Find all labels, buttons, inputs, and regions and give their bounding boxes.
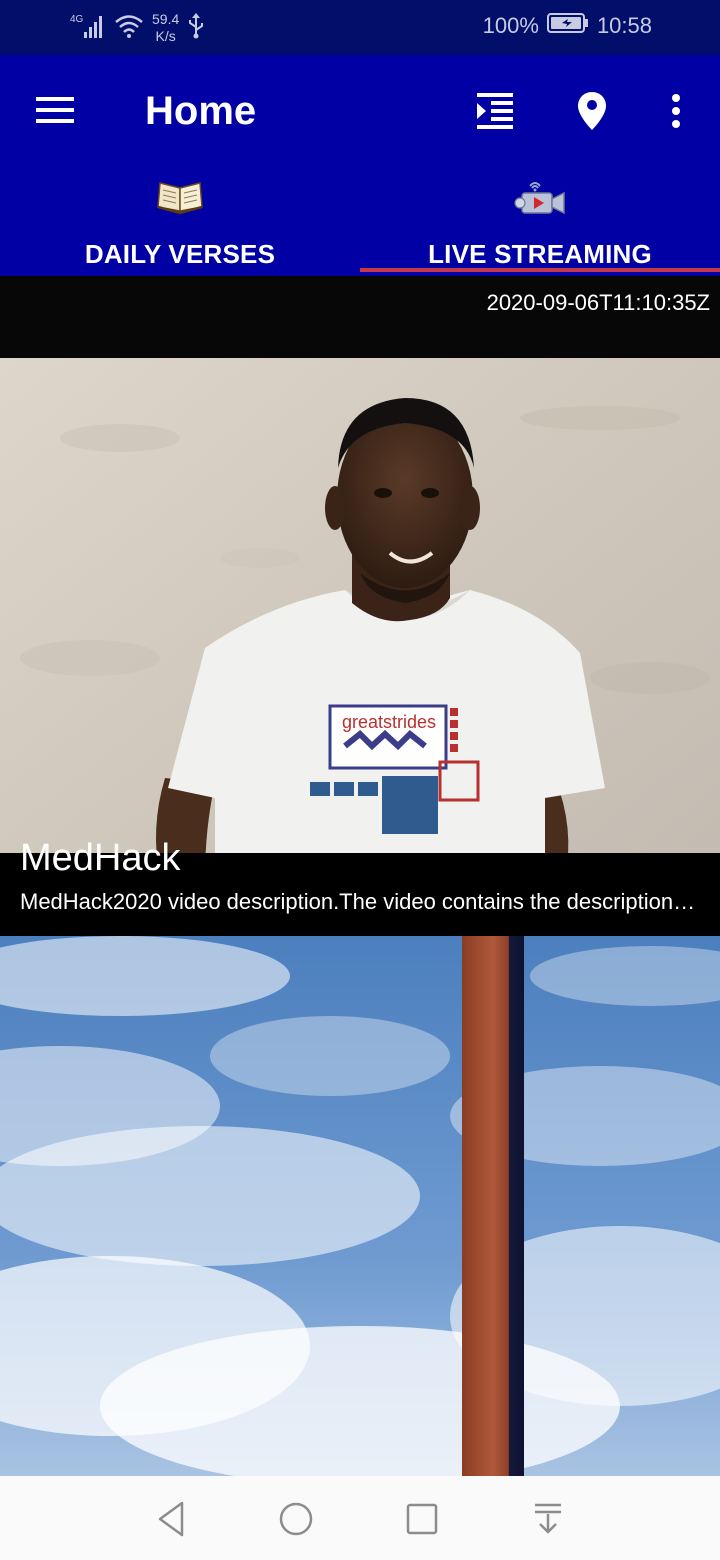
recents-icon: [406, 1503, 438, 1535]
toolbar: Home: [0, 55, 720, 167]
status-right: 100% 10:58: [483, 12, 652, 40]
notification-shade-button[interactable]: [525, 1496, 571, 1542]
network-type-label: 4G: [70, 14, 84, 25]
status-bar: 4G 59.4 K/s 100% 10:58: [0, 0, 720, 55]
location-button[interactable]: [564, 83, 620, 139]
video-description: MedHack2020 video description.The video …: [20, 889, 700, 914]
tab-label-live-streaming: LIVE STREAMING: [428, 239, 652, 269]
home-button[interactable]: [273, 1496, 319, 1542]
status-left: 4G 59.4 K/s: [70, 8, 205, 48]
net-speed: 59.4 K/s: [152, 11, 179, 45]
tab-bar: DAILY VERSES LIVE STREAMING: [0, 167, 720, 276]
selected-tab-indicator: [360, 268, 720, 272]
system-navigation-bar: [0, 1476, 720, 1560]
location-pin-icon: [578, 92, 606, 130]
battery-icon: [546, 12, 589, 40]
usb-icon: [187, 12, 205, 44]
net-speed-unit: K/s: [155, 28, 176, 44]
wifi-icon: [114, 13, 144, 44]
video-card-medhack[interactable]: greatstrides MedHack MedHack2020 video d…: [0, 358, 720, 936]
sky-with-pole-photo: [0, 936, 720, 1476]
menu-icon: [36, 97, 74, 123]
overflow-menu-button[interactable]: [648, 83, 704, 139]
signal-icon: 4G: [70, 12, 106, 45]
clock: 10:58: [596, 13, 652, 38]
page-title: Home: [145, 89, 257, 133]
app-bar: Home DAILY VERSES LIVE STREAMING: [0, 55, 720, 276]
back-button[interactable]: [148, 1496, 194, 1542]
video-title[interactable]: MedHack: [20, 836, 181, 880]
timestamp-bar: 2020-09-06T11:10:35Z: [0, 276, 720, 358]
menu-button[interactable]: [28, 85, 84, 135]
open-book-icon: [156, 177, 204, 217]
tab-daily-verses[interactable]: DAILY VERSES: [0, 167, 360, 276]
format-indent-icon: [477, 93, 513, 129]
tab-live-streaming[interactable]: LIVE STREAMING: [360, 167, 720, 276]
indent-button[interactable]: [467, 83, 523, 139]
net-speed-value: 59.4: [152, 11, 180, 27]
feed-timestamp: 2020-09-06T11:10:35Z: [486, 290, 710, 315]
more-vertical-icon: [672, 94, 680, 128]
home-icon: [279, 1502, 313, 1536]
notification-shade-icon: [535, 1503, 561, 1534]
recents-button[interactable]: [399, 1496, 445, 1542]
video-camera-broadcast-icon: [514, 177, 566, 217]
battery-percent: 100%: [482, 13, 539, 38]
back-icon: [158, 1501, 184, 1537]
screen: 4G 59.4 K/s 100% 10:58 Home DAILY VERSES…: [0, 0, 720, 1560]
video-card-second[interactable]: [0, 936, 720, 1476]
svg-text:greatstrides: greatstrides: [342, 712, 436, 732]
tab-label-daily-verses: DAILY VERSES: [84, 239, 276, 269]
